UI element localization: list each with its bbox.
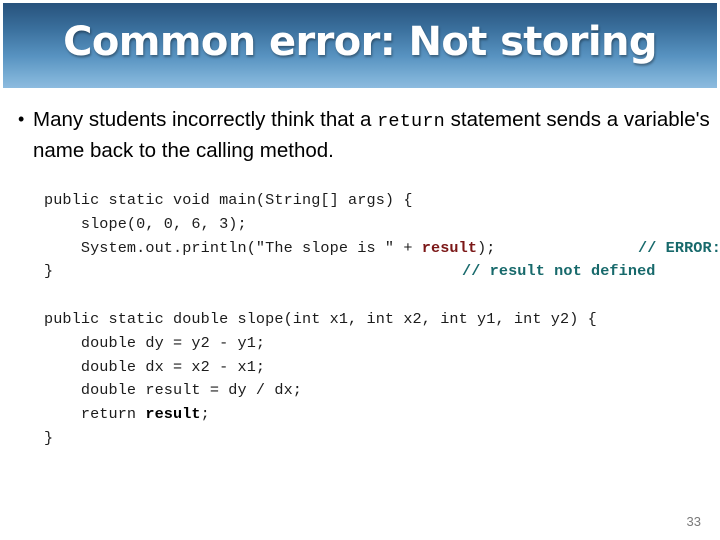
code-block-slope-method: public static double slope(int x1, int x… (44, 308, 720, 451)
code-line: double result = dy / dx; (44, 379, 720, 403)
code-comment: // ERROR: (638, 238, 720, 257)
code-token: public static double slope(int x1, int x… (44, 310, 597, 328)
bullet-text: Many students incorrectly think that a r… (33, 105, 718, 165)
bullet-item: • Many students incorrectly think that a … (18, 105, 718, 165)
code-line: } (44, 427, 720, 451)
slide-title-banner: Common error: Not storing (3, 3, 717, 88)
code-line: } // result not defined (44, 260, 720, 284)
code-token: ; (200, 405, 210, 424)
page-number: 33 (686, 514, 701, 529)
code-comment: // result not defined (462, 262, 656, 281)
code-token: slope(0, 0, 6, 3); (44, 214, 247, 233)
code-block-main-method: public static void main(String[] args) {… (44, 189, 720, 284)
code-line: return result; (44, 403, 720, 427)
code-token: System.out.println("The slope is " + (44, 238, 422, 257)
code-token: double result = dy / dx; (44, 381, 302, 400)
code-token: ); (477, 238, 496, 257)
code-line: public static double slope(int x1, int x… (44, 308, 720, 332)
page-title: Common error: Not storing (63, 19, 657, 65)
bullet-marker-icon: • (18, 109, 25, 129)
bullet-list: • Many students incorrectly think that a … (18, 105, 718, 165)
code-line: System.out.println("The slope is " + res… (44, 237, 720, 261)
code-line: double dy = y2 - y1; (44, 332, 720, 356)
inline-code-token: return (377, 111, 445, 132)
code-token-result: result (421, 238, 478, 257)
code-token: double dy = y2 - y1; (44, 333, 266, 352)
code-token-bold: result (145, 405, 201, 424)
bullet-text-run: Many students incorrectly think that a (33, 108, 378, 131)
code-token: double dx = x2 - x1; (44, 357, 266, 376)
code-token: public static void main(String[] args) { (44, 191, 413, 209)
code-token: return (44, 405, 146, 424)
code-line: double dx = x2 - x1; (44, 356, 720, 380)
code-token: } (44, 428, 54, 447)
code-line: slope(0, 0, 6, 3); (44, 213, 720, 237)
code-line: public static void main(String[] args) { (44, 189, 720, 213)
code-token: } (44, 262, 54, 281)
